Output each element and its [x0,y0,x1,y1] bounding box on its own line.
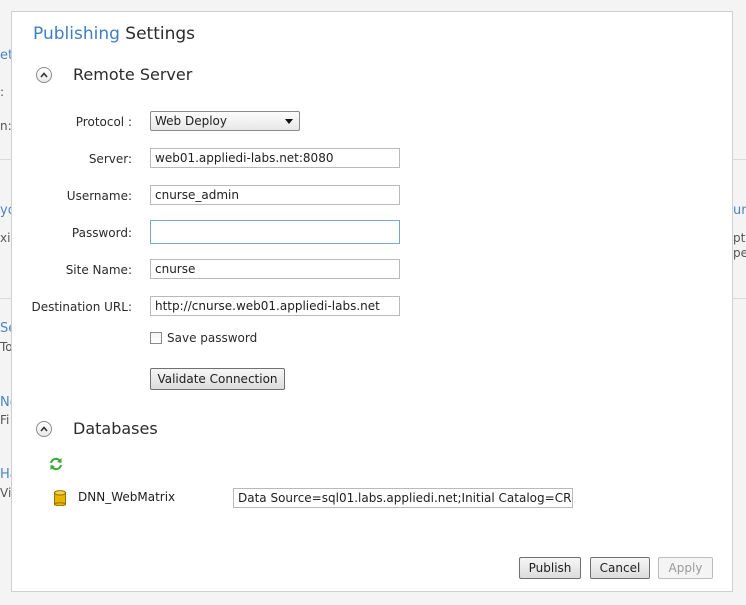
bg-fragment: pe [733,246,746,260]
username-label: Username: [66,189,132,203]
database-name: DNN_WebMatrix [78,490,176,504]
password-input[interactable] [150,220,400,244]
site-name-label: Site Name: [65,263,132,277]
bg-fragment: n: [0,119,12,133]
databases-section-title: Databases [73,419,158,438]
dropdown-arrow-icon [285,119,293,124]
remote-server-section-title: Remote Server [73,65,193,84]
bg-fragment: un [733,203,746,218]
dialog-title-main: Settings [125,24,196,44]
dialog-title-accent: Publishing [33,24,120,44]
cancel-button[interactable]: Cancel [590,557,650,579]
bg-fragment: pti [733,231,746,245]
server-label: Server: [88,152,132,166]
save-password-label[interactable]: Save password [167,331,257,345]
protocol-select-value: Web Deploy [155,114,227,128]
protocol-label: Protocol : [75,115,132,129]
protocol-select[interactable]: Web Deploy [150,111,300,131]
chevron-up-icon [40,426,48,432]
save-password-checkbox[interactable] [150,332,162,344]
destination-url-input[interactable] [150,296,400,316]
password-label: Password: [71,226,132,240]
database-icon [54,490,66,507]
bg-fragment: Fi [0,413,10,427]
dialog-title: Publishing Settings [33,24,195,44]
publishing-settings-dialog: Publishing Settings Remote Server Protoc… [12,12,732,591]
username-input[interactable] [150,185,400,205]
publish-button[interactable]: Publish [519,557,581,579]
bg-fragment: Vi [0,486,12,500]
destination-url-label: Destination URL: [31,300,132,314]
refresh-icon[interactable] [48,456,64,472]
site-name-input[interactable] [150,259,400,279]
bg-fragment: xi [0,231,11,245]
server-input[interactable] [150,148,400,168]
collapse-remote-server-button[interactable] [36,67,52,83]
chevron-up-icon [40,72,48,78]
bg-fragment: To [0,340,13,354]
database-connection-string-input[interactable]: Data Source=sql01.labs.appliedi.net;Init… [233,488,573,508]
bg-fragment: : [0,85,5,99]
collapse-databases-button[interactable] [36,421,52,437]
validate-connection-button[interactable]: Validate Connection [150,368,285,390]
apply-button[interactable]: Apply [658,557,713,579]
